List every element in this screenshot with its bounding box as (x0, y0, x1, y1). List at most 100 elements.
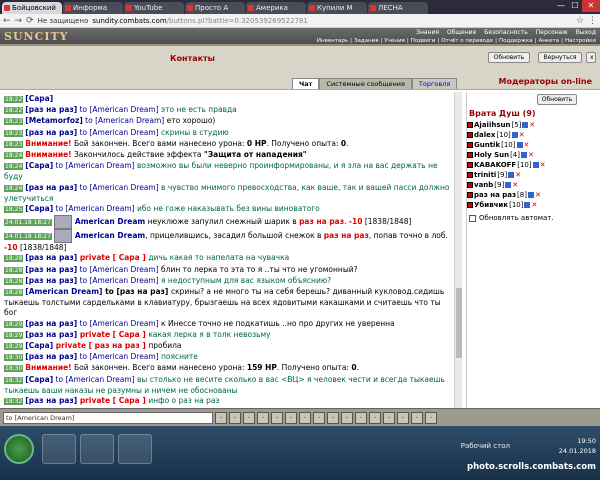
sub-menu-item[interactable]: Учения (384, 38, 404, 44)
member-name[interactable]: dalex (474, 131, 495, 139)
online-member[interactable]: Убивчик [10] ✕ (467, 200, 600, 210)
info-icon[interactable] (508, 172, 515, 178)
online-member[interactable]: раз на раз [8] ✕ (467, 190, 600, 200)
sender-nick[interactable]: [Сара] (25, 375, 53, 384)
top-menu-item[interactable]: Безопасность (484, 29, 528, 36)
address-bar[interactable]: ← → ⟳ Не защищено sundity.combats.com/bu… (0, 14, 600, 28)
online-member[interactable]: Ajaiihsun [5] ✕ (467, 120, 600, 130)
scroll-thumb[interactable] (456, 288, 462, 358)
url-text[interactable]: sundity.combats.com/buttons.pl?battle=0.… (92, 17, 572, 25)
member-name[interactable]: Holy Sun (474, 151, 509, 159)
sender-nick[interactable]: [раз на раз] (25, 253, 77, 262)
attack-icon[interactable]: ✕ (531, 201, 537, 209)
sub-menu-item[interactable]: Подвиги (411, 38, 436, 44)
attack-icon[interactable]: ✕ (524, 141, 530, 149)
attack-icon[interactable]: ✕ (529, 121, 535, 129)
sub-menu-item[interactable]: Отчёт о переводе (441, 38, 493, 44)
send-icon[interactable]: · (355, 411, 367, 424)
sub-menu-item[interactable]: Поддержка (499, 38, 533, 44)
attack-icon[interactable]: ✕ (528, 151, 534, 159)
settings-icon[interactable]: · (341, 411, 353, 424)
chat-tab[interactable]: Чат (292, 78, 320, 89)
online-member[interactable]: dalex [10] ✕ (467, 130, 600, 140)
sender-nick[interactable]: [раз на раз] (25, 352, 77, 361)
sender-nick[interactable]: [Сара] (25, 341, 53, 350)
attack-icon[interactable]: ✕ (535, 191, 541, 199)
maximize-icon[interactable]: ☐ (568, 0, 582, 12)
close-button[interactable]: x (586, 52, 596, 63)
chat-tab[interactable]: Системные сообщения (319, 78, 412, 89)
forward-icon[interactable]: → (15, 16, 23, 26)
info-icon[interactable] (527, 192, 534, 198)
online-refresh-button[interactable]: Обновить (537, 94, 577, 105)
menu-icon[interactable]: ⋮ (588, 16, 597, 26)
sender-nick[interactable]: American Dream (75, 217, 145, 226)
chat-scrollbar[interactable] (454, 92, 462, 408)
browser-tab[interactable]: YouTube (124, 2, 184, 14)
sender-nick[interactable]: [Metamorfoz] (25, 116, 83, 125)
sender-nick[interactable]: [раз на раз] (25, 319, 77, 328)
sound-icon[interactable]: · (271, 411, 283, 424)
scroll-icon[interactable]: · (425, 411, 437, 424)
info-icon[interactable] (505, 182, 512, 188)
sub-menu-item[interactable]: Задания (354, 38, 379, 44)
member-name[interactable]: Ajaiihsun (474, 121, 510, 129)
spy-icon[interactable]: · (299, 411, 311, 424)
member-name[interactable]: Guntik (474, 141, 500, 149)
member-name[interactable]: triniti (474, 171, 496, 179)
sender-nick[interactable]: American Dream (75, 231, 145, 240)
chat-tab[interactable]: Торговля (411, 78, 458, 89)
chat-input[interactable]: to [American Dream] (3, 411, 213, 424)
star-icon[interactable]: ☆ (576, 16, 584, 26)
sender-nick[interactable]: [раз на раз] (25, 265, 77, 274)
attack-icon[interactable]: ✕ (540, 161, 546, 169)
sender-nick[interactable]: [раз на раз] (25, 128, 77, 137)
translit-icon[interactable]: · (285, 411, 297, 424)
refresh-button[interactable]: Обновить (488, 52, 530, 63)
browser-tab[interactable]: Информа (63, 2, 123, 14)
sender-nick[interactable]: [Сара] (25, 204, 53, 213)
sub-menu-item[interactable]: Анкета (538, 38, 559, 44)
smile-icon[interactable]: · (229, 411, 241, 424)
top-menu-item[interactable]: Выход (576, 29, 596, 36)
emoji-icon[interactable]: · (215, 411, 227, 424)
sender-nick[interactable]: [раз на раз] (25, 396, 77, 405)
sub-menu-item[interactable]: Инвентарь (317, 38, 348, 44)
member-name[interactable]: vanb (474, 181, 493, 189)
history-icon[interactable]: · (369, 411, 381, 424)
info-icon[interactable] (516, 142, 523, 148)
member-name[interactable]: KABAKOFF (474, 161, 516, 169)
sender-nick[interactable]: [American Dream] (25, 287, 102, 296)
magic-icon[interactable]: · (397, 411, 409, 424)
member-name[interactable]: раз на раз (474, 191, 516, 199)
info-icon[interactable] (532, 162, 539, 168)
info-icon[interactable] (524, 202, 531, 208)
info-icon[interactable] (511, 132, 518, 138)
sender-nick[interactable]: [Сара] (25, 94, 53, 103)
online-member[interactable]: triniti [9] ✕ (467, 170, 600, 180)
gift-icon[interactable]: · (327, 411, 339, 424)
top-menu-item[interactable]: Общение (447, 29, 476, 36)
checkbox-box[interactable] (469, 214, 476, 222)
auto-refresh-checkbox[interactable]: Обновлять автомат. (469, 214, 600, 222)
top-menu-item[interactable]: Персонаж (536, 29, 568, 36)
start-button[interactable] (4, 434, 34, 464)
sub-menu-item[interactable]: Настройки (565, 38, 596, 44)
online-member[interactable]: KABAKOFF [10] ✕ (467, 160, 600, 170)
browser-tab[interactable]: Купили М (307, 2, 367, 14)
list-icon[interactable]: · (383, 411, 395, 424)
sender-nick[interactable]: [раз на раз] (25, 330, 77, 339)
online-member[interactable]: vanb [9] ✕ (467, 180, 600, 190)
info-icon[interactable] (522, 122, 529, 128)
info-icon[interactable] (521, 152, 527, 158)
reload-icon[interactable]: ⟳ (26, 16, 34, 26)
explorer-taskbar-icon[interactable] (42, 434, 76, 464)
back-icon[interactable]: ← (3, 16, 11, 26)
app-taskbar-icon[interactable] (118, 434, 152, 464)
attack-icon[interactable]: ✕ (519, 131, 525, 139)
online-member[interactable]: Guntik [10] ✕ (467, 140, 600, 150)
filter-icon[interactable]: · (257, 411, 269, 424)
stop-icon[interactable]: · (411, 411, 423, 424)
return-button[interactable]: Вернуться (538, 52, 582, 63)
sender-nick[interactable]: [раз на раз] (25, 276, 77, 285)
